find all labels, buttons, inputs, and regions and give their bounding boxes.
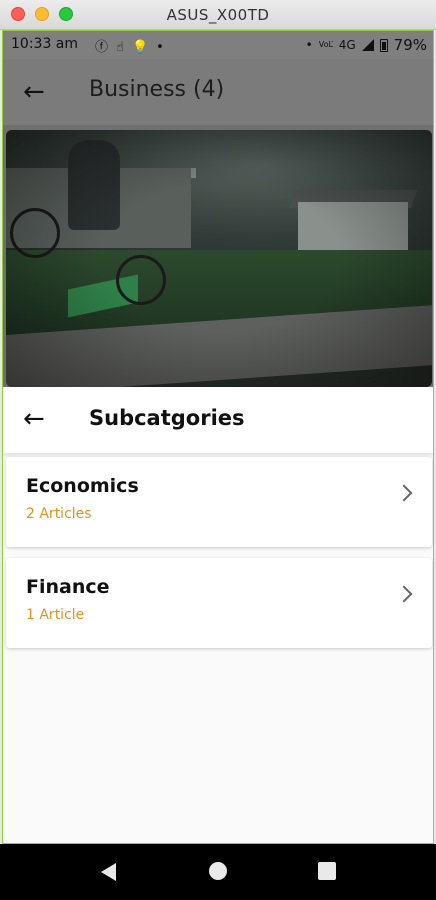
page-title: Business (4) [89,77,225,102]
app-bar: ← Business (4) [3,59,433,125]
facebook-icon: ⓕ [95,40,117,55]
sheet-header: ← Subcatgories [3,387,433,453]
touch-icon: ☝ [116,40,132,55]
header-photo [6,130,432,387]
list-item[interactable]: Finance 1 Article [6,558,432,648]
window-title: ASUS_X00TD [166,6,270,24]
arrow-left-icon[interactable]: ← [23,404,45,434]
list-item-title: Economics [26,475,139,497]
header-image-area [3,125,433,387]
sheet-title: Subcatgories [89,406,245,430]
nav-back-icon[interactable] [101,863,116,881]
list-item[interactable]: Economics 2 Articles [6,457,432,547]
chevron-right-icon [395,585,413,603]
battery-percent: 79% [393,36,427,54]
window-titlebar: ASUS_X00TD [0,0,436,30]
notification-icons: ⓕ☝💡• [95,36,172,55]
signal-icon [361,39,374,51]
list-item-count: 1 Article [26,607,85,623]
network-type: 4G [338,38,356,52]
dot-icon: • [305,38,313,52]
dot-icon: • [156,40,172,55]
device-screen: 10:33 am ⓕ☝💡• • VoLTE 4G 79% ← Business … [2,30,434,844]
subcategories-sheet: ← Subcatgories Economics 2 Articles Fina… [3,387,433,843]
status-time: 10:33 am [11,36,79,52]
lightbulb-icon: 💡 [131,40,157,55]
arrow-left-icon[interactable]: ← [23,77,45,107]
navigation-bar [0,844,436,900]
nav-recents-icon[interactable] [318,862,336,880]
battery-icon [379,38,388,52]
list-item-title: Finance [26,576,110,598]
status-right: • VoLTE 4G 79% [306,36,427,54]
list-item-count: 2 Articles [26,506,92,522]
nav-home-icon[interactable] [209,862,227,880]
status-bar: 10:33 am ⓕ☝💡• • VoLTE 4G 79% [3,31,433,59]
volte-icon: VoLTE [318,41,333,49]
chevron-right-icon [395,484,413,502]
